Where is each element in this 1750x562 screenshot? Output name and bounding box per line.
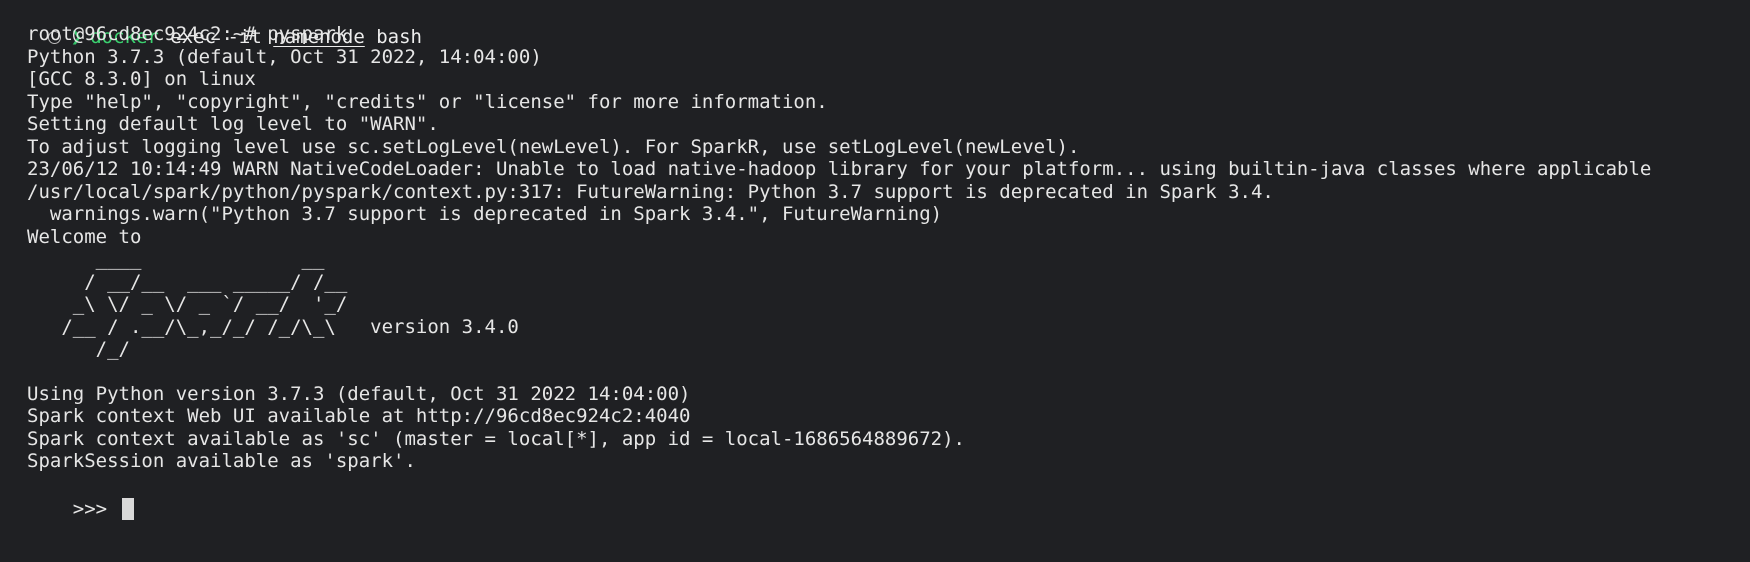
info-line: Spark context Web UI available at http:/… [27,405,691,427]
python-prompt: >>> [72,498,119,520]
terminal-window[interactable]: ❯ docker exec -it namenode bash root@96cd… [0,0,1750,562]
info-line: SparkSession available as 'spark'. [27,450,416,472]
text-cursor [121,498,134,520]
output-line: root@96cd8ec924c2:~# pyspark [27,23,348,45]
output-line: 23/06/12 10:14:49 WARN NativeCodeLoader:… [27,158,1652,180]
output-line: [GCC 8.3.0] on linux [27,68,256,90]
spark-ascii-art-line: _\ \/ _ \/ _ `/ __/ '_/ [27,293,348,315]
output-line: warnings.warn("Python 3.7 support is dep… [27,203,943,225]
python-input-line[interactable]: >>> [27,472,134,520]
spark-ascii-art-line: ____ __ [27,248,325,270]
output-line: Setting default log level to "WARN". [27,113,439,135]
spark-ascii-art-line: /_/ [27,338,130,360]
